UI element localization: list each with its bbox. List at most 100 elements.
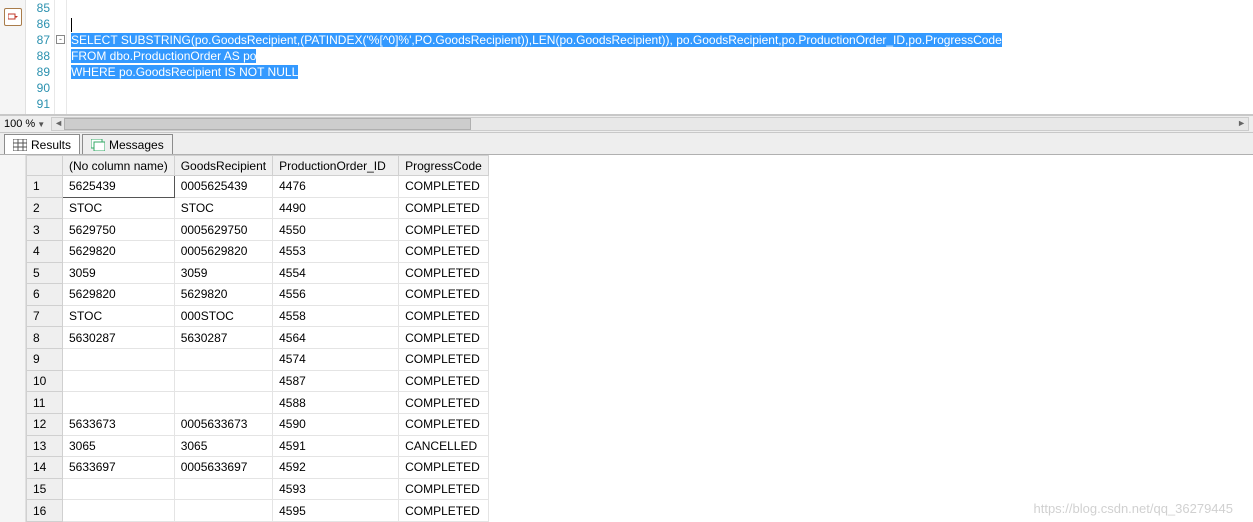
table-row[interactable]: 1562543900056254394476COMPLETED bbox=[27, 176, 489, 198]
cell-gr[interactable]: 3065 bbox=[174, 435, 272, 457]
cell-po[interactable]: 4558 bbox=[273, 305, 399, 327]
cell-nc[interactable] bbox=[63, 349, 175, 371]
cell-pc[interactable]: COMPLETED bbox=[399, 370, 489, 392]
table-row[interactable]: 13306530654591CANCELLED bbox=[27, 435, 489, 457]
table-row[interactable]: 11 4588COMPLETED bbox=[27, 392, 489, 414]
breakpoint-toggle-icon[interactable] bbox=[4, 8, 22, 26]
code-text-area[interactable]: SELECT SUBSTRING(po.GoodsRecipient,(PATI… bbox=[67, 0, 1253, 114]
cell-pc[interactable]: COMPLETED bbox=[399, 413, 489, 435]
breakpoint-gutter[interactable] bbox=[0, 0, 26, 114]
cell-gr[interactable]: 0005633697 bbox=[174, 457, 272, 479]
cell-pc[interactable]: COMPLETED bbox=[399, 349, 489, 371]
table-row[interactable]: 4562982000056298204553COMPLETED bbox=[27, 240, 489, 262]
col-header-goodsrecipient[interactable]: GoodsRecipient bbox=[174, 156, 272, 176]
code-line[interactable]: SELECT SUBSTRING(po.GoodsRecipient,(PATI… bbox=[71, 32, 1249, 48]
zoom-level[interactable]: 100 % bbox=[4, 118, 35, 130]
code-line[interactable]: WHERE po.GoodsRecipient IS NOT NULL bbox=[71, 64, 1249, 80]
scrollbar-thumb[interactable] bbox=[64, 118, 471, 130]
row-number-cell[interactable]: 4 bbox=[27, 240, 63, 262]
row-number-cell[interactable]: 14 bbox=[27, 457, 63, 479]
cell-pc[interactable]: COMPLETED bbox=[399, 305, 489, 327]
cell-po[interactable]: 4574 bbox=[273, 349, 399, 371]
cell-po[interactable]: 4587 bbox=[273, 370, 399, 392]
cell-po[interactable]: 4595 bbox=[273, 500, 399, 522]
table-row[interactable]: 8563028756302874564COMPLETED bbox=[27, 327, 489, 349]
cell-gr[interactable]: 000STOC bbox=[174, 305, 272, 327]
cell-po[interactable]: 4588 bbox=[273, 392, 399, 414]
cell-pc[interactable]: CANCELLED bbox=[399, 435, 489, 457]
row-number-cell[interactable]: 1 bbox=[27, 176, 63, 198]
code-line[interactable] bbox=[71, 80, 1249, 96]
row-number-cell[interactable]: 16 bbox=[27, 500, 63, 522]
cell-gr[interactable]: STOC bbox=[174, 197, 272, 219]
cell-nc[interactable]: STOC bbox=[63, 305, 175, 327]
cell-gr[interactable]: 3059 bbox=[174, 262, 272, 284]
col-header-nocolname[interactable]: (No column name) bbox=[63, 156, 175, 176]
cell-nc[interactable]: 5633697 bbox=[63, 457, 175, 479]
horizontal-scrollbar[interactable]: ◄ ► bbox=[51, 117, 1249, 131]
row-number-cell[interactable]: 9 bbox=[27, 349, 63, 371]
row-number-cell[interactable]: 5 bbox=[27, 262, 63, 284]
table-row[interactable]: 9 4574COMPLETED bbox=[27, 349, 489, 371]
cell-pc[interactable]: COMPLETED bbox=[399, 240, 489, 262]
table-row[interactable]: 5305930594554COMPLETED bbox=[27, 262, 489, 284]
cell-po[interactable]: 4591 bbox=[273, 435, 399, 457]
cell-po[interactable]: 4590 bbox=[273, 413, 399, 435]
cell-pc[interactable]: COMPLETED bbox=[399, 500, 489, 522]
cell-nc[interactable]: 5625439 bbox=[63, 176, 175, 198]
col-header-progresscode[interactable]: ProgressCode bbox=[399, 156, 489, 176]
table-row[interactable]: 3562975000056297504550COMPLETED bbox=[27, 219, 489, 241]
table-row[interactable]: 6562982056298204556COMPLETED bbox=[27, 284, 489, 306]
row-number-cell[interactable]: 10 bbox=[27, 370, 63, 392]
zoom-dropdown-icon[interactable]: ▼ bbox=[37, 120, 45, 129]
cell-nc[interactable]: 5629820 bbox=[63, 284, 175, 306]
col-header-productionorderid[interactable]: ProductionOrder_ID bbox=[273, 156, 399, 176]
cell-po[interactable]: 4593 bbox=[273, 478, 399, 500]
fold-gutter[interactable]: - bbox=[55, 0, 67, 114]
cell-nc[interactable]: 5633673 bbox=[63, 413, 175, 435]
cell-pc[interactable]: COMPLETED bbox=[399, 262, 489, 284]
cell-nc[interactable] bbox=[63, 392, 175, 414]
cell-gr[interactable]: 0005629750 bbox=[174, 219, 272, 241]
cell-po[interactable]: 4564 bbox=[273, 327, 399, 349]
cell-po[interactable]: 4476 bbox=[273, 176, 399, 198]
cell-gr[interactable] bbox=[174, 349, 272, 371]
cell-po[interactable]: 4490 bbox=[273, 197, 399, 219]
cell-nc[interactable]: 3065 bbox=[63, 435, 175, 457]
row-number-cell[interactable]: 13 bbox=[27, 435, 63, 457]
cell-pc[interactable]: COMPLETED bbox=[399, 392, 489, 414]
cell-gr[interactable]: 0005625439 bbox=[174, 176, 272, 198]
cell-pc[interactable]: COMPLETED bbox=[399, 219, 489, 241]
table-row[interactable]: 15 4593COMPLETED bbox=[27, 478, 489, 500]
code-line[interactable] bbox=[71, 16, 1249, 32]
cell-pc[interactable]: COMPLETED bbox=[399, 176, 489, 198]
row-number-cell[interactable]: 11 bbox=[27, 392, 63, 414]
cell-nc[interactable]: 5629750 bbox=[63, 219, 175, 241]
table-row[interactable]: 12563367300056336734590COMPLETED bbox=[27, 413, 489, 435]
row-number-cell[interactable]: 12 bbox=[27, 413, 63, 435]
cell-gr[interactable]: 0005633673 bbox=[174, 413, 272, 435]
cell-pc[interactable]: COMPLETED bbox=[399, 478, 489, 500]
cell-gr[interactable]: 5630287 bbox=[174, 327, 272, 349]
table-row[interactable]: 2STOCSTOC4490COMPLETED bbox=[27, 197, 489, 219]
cell-pc[interactable]: COMPLETED bbox=[399, 327, 489, 349]
cell-pc[interactable]: COMPLETED bbox=[399, 457, 489, 479]
cell-po[interactable]: 4554 bbox=[273, 262, 399, 284]
code-line[interactable] bbox=[71, 0, 1249, 16]
cell-nc[interactable] bbox=[63, 500, 175, 522]
row-number-cell[interactable]: 8 bbox=[27, 327, 63, 349]
scroll-left-icon[interactable]: ◄ bbox=[54, 118, 63, 128]
table-row[interactable]: 10 4587COMPLETED bbox=[27, 370, 489, 392]
results-grid[interactable]: (No column name) GoodsRecipient Producti… bbox=[26, 155, 489, 522]
cell-nc[interactable] bbox=[63, 370, 175, 392]
row-number-cell[interactable]: 7 bbox=[27, 305, 63, 327]
tab-results[interactable]: Results bbox=[4, 134, 80, 154]
tab-messages[interactable]: Messages bbox=[82, 134, 173, 154]
row-number-cell[interactable]: 15 bbox=[27, 478, 63, 500]
row-header-corner[interactable] bbox=[27, 156, 63, 176]
cell-gr[interactable] bbox=[174, 478, 272, 500]
cell-po[interactable]: 4550 bbox=[273, 219, 399, 241]
cell-gr[interactable] bbox=[174, 500, 272, 522]
row-number-cell[interactable]: 2 bbox=[27, 197, 63, 219]
cell-gr[interactable]: 0005629820 bbox=[174, 240, 272, 262]
